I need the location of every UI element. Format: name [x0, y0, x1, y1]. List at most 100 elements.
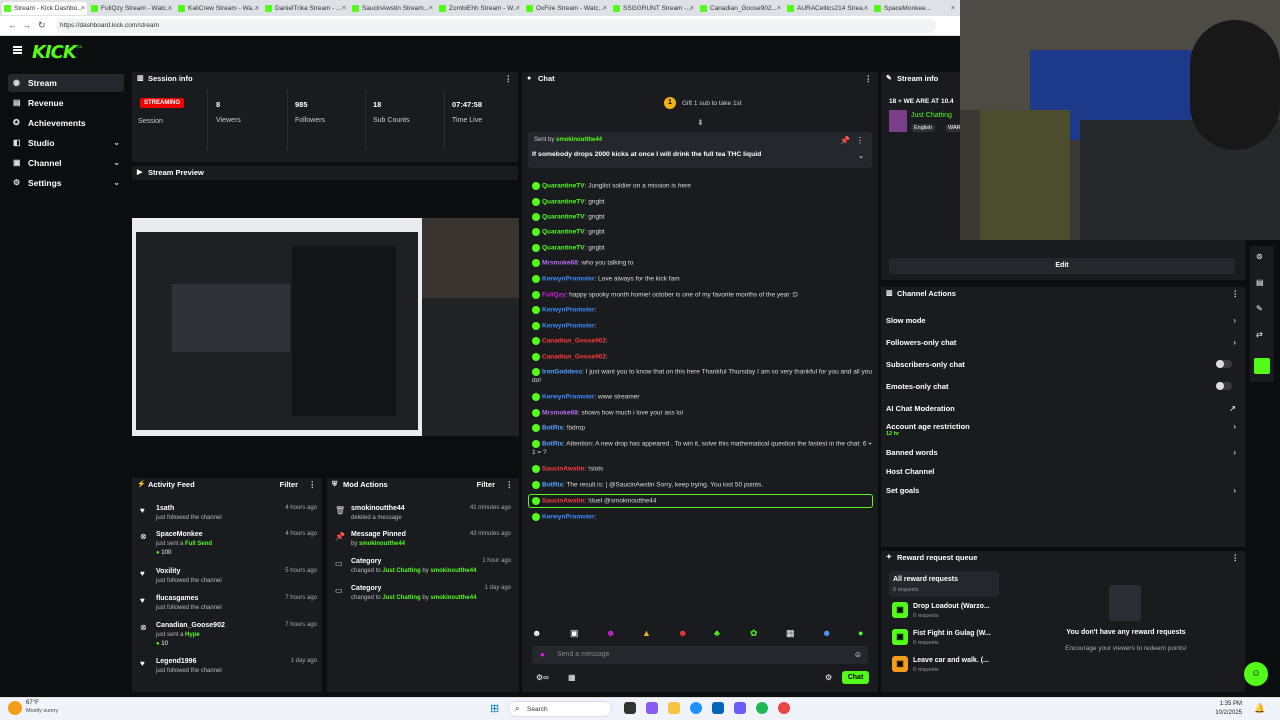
chat-username[interactable]: FuliQzy	[542, 292, 565, 299]
channel-action-followers-only-chat[interactable]: Followers-only chat ›	[886, 338, 1242, 354]
activity-user[interactable]: Canadian_Goose902	[156, 622, 225, 629]
more-icon[interactable]: ⋮	[505, 72, 513, 86]
more-icon[interactable]: ⋮	[309, 478, 317, 492]
emote-icon[interactable]: ✿	[750, 628, 758, 639]
browser-tab[interactable]: Canadian_Goose902... ×	[698, 2, 783, 15]
reward-item[interactable]: ▣ Leave car and walk. (... 0 requests	[892, 656, 996, 676]
chat-username[interactable]: BotRix	[542, 425, 563, 432]
channel-action-host-channel[interactable]: Host Channel	[886, 467, 1242, 483]
wrench-icon[interactable]: ✎	[1256, 304, 1263, 313]
toggle-switch[interactable]	[1216, 382, 1232, 390]
close-icon[interactable]: ×	[342, 2, 346, 15]
chat-username[interactable]: Mrsmoke68	[542, 260, 578, 267]
emote-icon[interactable]: ☻	[606, 628, 615, 638]
emote-icon[interactable]: ♣	[714, 628, 720, 638]
mod-filter-button[interactable]: Filter	[477, 478, 495, 492]
emote-icon[interactable]: ☻	[822, 628, 831, 638]
windows-start-icon[interactable]: ⊞	[490, 702, 499, 715]
more-icon[interactable]: ⋮	[1232, 551, 1240, 565]
chat-username[interactable]: Mrsmoke68	[542, 410, 578, 417]
activity-filter-button[interactable]: Filter	[280, 478, 298, 492]
help-chat-icon[interactable]: ☺	[1244, 662, 1268, 686]
chat-input-box[interactable]: ● Send a message ☺	[532, 646, 868, 664]
browser-tab[interactable]: SpaceMonkee... ×	[872, 2, 957, 15]
chevron-down-icon[interactable]: ⌄	[858, 152, 864, 160]
close-icon[interactable]: ×	[168, 2, 172, 15]
more-icon[interactable]: ⋮	[506, 478, 514, 492]
browser-tab[interactable]: AURACeltics214 Strea... ×	[785, 2, 870, 15]
chrome-icon[interactable]	[778, 702, 790, 714]
stream-category[interactable]: Just Chatting	[911, 112, 952, 119]
reward-item[interactable]: ▣ Drop Loadout (Warzo... 0 requests	[892, 602, 996, 622]
chat-username[interactable]: BotRix	[542, 482, 563, 489]
emoji-icon[interactable]: ☺	[854, 650, 862, 659]
chat-send-button[interactable]: Chat	[842, 671, 869, 684]
pin-icon[interactable]: 📌	[840, 136, 850, 145]
channel-action-account-age-restriction[interactable]: Account age restriction 12 hr ›	[886, 422, 1242, 438]
more-icon[interactable]: ⋮	[856, 136, 864, 145]
mod-tools-icon[interactable]	[1254, 358, 1270, 374]
calendar-icon[interactable]: ▦	[568, 673, 576, 682]
channel-action-banned-words[interactable]: Banned words ›	[886, 448, 1242, 464]
menu-icon[interactable]	[13, 46, 22, 54]
chat-username[interactable]: QuarantineTV	[542, 229, 585, 236]
chat-username[interactable]: IronGoddess	[542, 369, 582, 376]
edge-icon[interactable]	[690, 702, 702, 714]
emote-icon[interactable]: ▣	[570, 628, 579, 639]
browser-tab[interactable]: DanielTrika Stream - ... ×	[263, 2, 348, 15]
chat-username[interactable]: KerwynPromoter	[542, 307, 594, 314]
layout-icon[interactable]: ▤	[1256, 278, 1264, 287]
more-icon[interactable]: ⋮	[1232, 287, 1240, 301]
chat-username[interactable]: Canadian_Goose902	[542, 338, 606, 345]
close-icon[interactable]: ×	[864, 2, 868, 15]
chat-username[interactable]: SaucinAwstin	[542, 466, 585, 473]
channel-action-emotes-only-chat[interactable]: Emotes-only chat	[886, 382, 1242, 398]
chat-username[interactable]: QuarantineTV	[542, 214, 585, 221]
share-icon[interactable]: ⇄	[1256, 330, 1263, 339]
discord-icon[interactable]	[734, 702, 746, 714]
all-rewards-item[interactable]: All reward requests 0 requests	[889, 571, 999, 597]
activity-user[interactable]: Legend1996	[156, 658, 196, 665]
sidebar-item-stream[interactable]: ◉ Stream	[8, 74, 124, 92]
sidebar-item-channel[interactable]: ▣ Channel ⌄	[8, 154, 124, 172]
more-icon[interactable]: ⋮	[865, 72, 873, 86]
reward-item[interactable]: ▣ Fist Fight in Gulag (W... 0 requests	[892, 629, 996, 649]
edit-button[interactable]: Edit	[889, 258, 1235, 274]
emote-icon[interactable]: ●	[858, 628, 863, 638]
channel-action-subscribers-only-chat[interactable]: Subscribers-only chat	[886, 360, 1242, 376]
close-icon[interactable]: ×	[255, 2, 259, 15]
file-explorer-icon[interactable]	[668, 702, 680, 714]
chat-username[interactable]: KerwynPromoter	[542, 394, 594, 401]
chat-username[interactable]: KerwynPromoter	[542, 276, 594, 283]
tab-active[interactable]: Stream - Kick Dashbo... ×	[2, 2, 87, 15]
chat-username[interactable]: QuarantineTV	[542, 245, 585, 252]
gear-icon[interactable]: ⚙	[825, 673, 832, 682]
taskbar-search[interactable]: ⌕ Search	[508, 701, 612, 717]
back-icon[interactable]: ←	[8, 20, 17, 30]
activity-user[interactable]: 1sath	[156, 505, 174, 512]
notification-icon[interactable]: 🔔	[1254, 703, 1265, 714]
chat-username[interactable]: KerwynPromoter	[542, 514, 594, 521]
toggle-switch[interactable]	[1216, 360, 1232, 368]
sidebar-item-settings[interactable]: ⚙ Settings ⌄	[8, 174, 124, 192]
close-icon[interactable]: ×	[516, 2, 520, 15]
sidebar-item-studio[interactable]: ◧ Studio ⌄	[8, 134, 124, 152]
forward-icon[interactable]: →	[22, 20, 31, 30]
reload-icon[interactable]: ↻	[38, 20, 46, 31]
mic-icon[interactable]: ●	[540, 650, 545, 659]
activity-user[interactable]: flucasgames	[156, 595, 198, 602]
close-icon[interactable]: ×	[951, 2, 955, 15]
url-field[interactable]: https://dashboard.kick.com/stream	[56, 19, 936, 33]
emote-icon[interactable]: ☻	[532, 628, 541, 638]
chat-input[interactable]: Send a message	[557, 651, 610, 658]
browser-tab[interactable]: SSGGRUNT Stream -... ×	[611, 2, 696, 15]
sidebar-item-achievements[interactable]: ✪ Achievements	[8, 114, 124, 132]
channel-action-ai-chat-moderation[interactable]: AI Chat Moderation ↗	[886, 404, 1242, 420]
stream-preview-video[interactable]	[132, 218, 519, 436]
activity-user[interactable]: SpaceMonkee	[156, 531, 203, 538]
task-view-icon[interactable]	[624, 702, 636, 714]
copilot-icon[interactable]	[646, 702, 658, 714]
spotify-icon[interactable]	[756, 702, 768, 714]
emote-icon[interactable]: ☻	[678, 628, 687, 638]
settings-icon[interactable]: ⚙∞	[536, 673, 549, 682]
